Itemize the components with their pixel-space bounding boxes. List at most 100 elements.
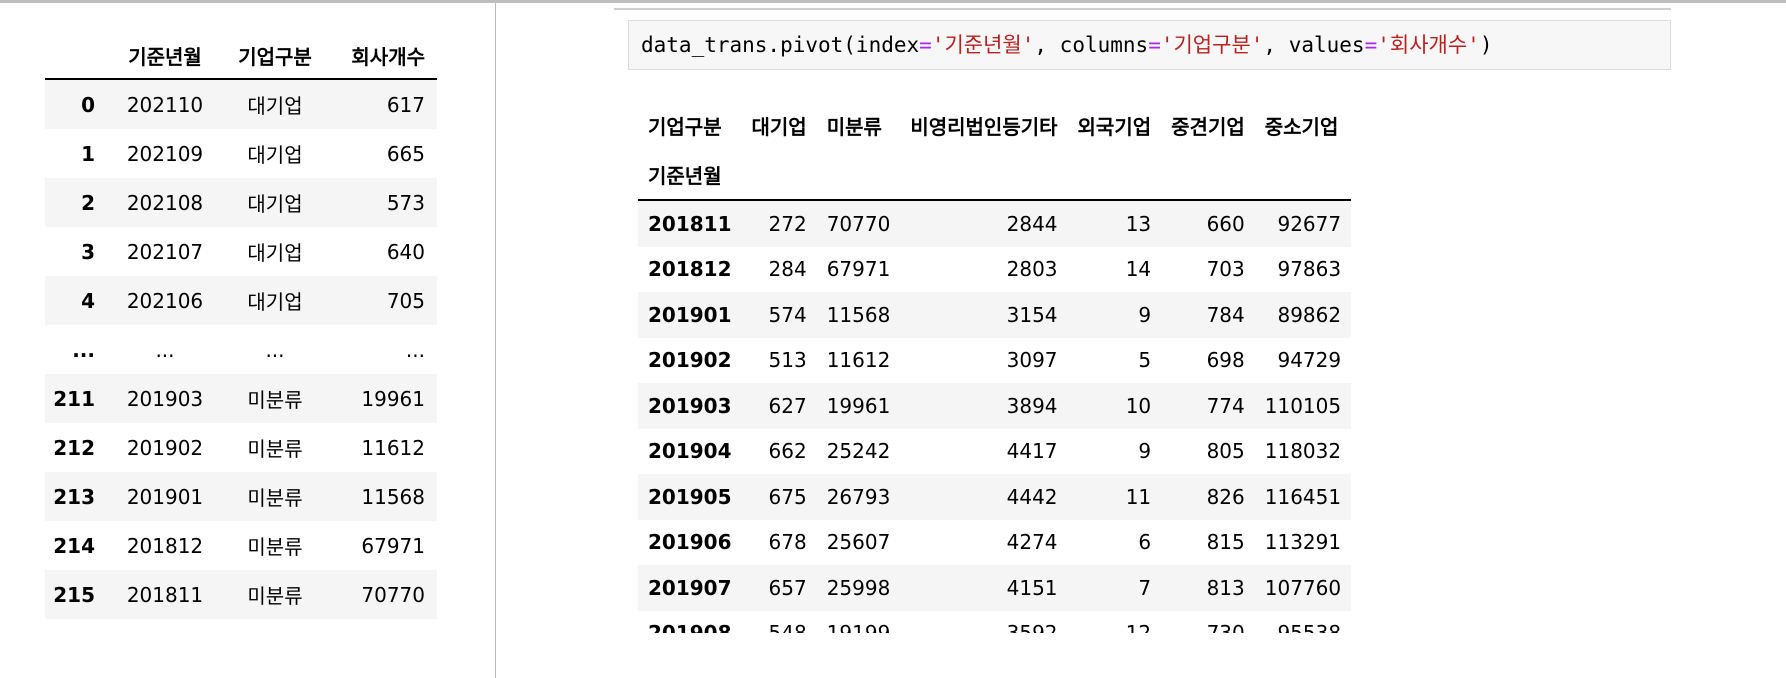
left-cell-count: 11612 [361, 435, 425, 460]
pivot-header-cell: 대기업 [751, 114, 807, 139]
left-cell-yearmonth: 202106 [126, 288, 204, 313]
table-row: 211 201903 미분류 19961 [45, 374, 437, 423]
left-cell-index: 4 [81, 288, 95, 313]
left-cell-yearmonth: 201811 [126, 582, 204, 607]
pivot-header-empty [1068, 150, 1162, 200]
pivot-cell: 675 [768, 484, 807, 509]
pivot-header-cell: 비영리법인등기타 [910, 114, 1058, 139]
pivot-cell: 6 [1138, 530, 1152, 555]
table-row: 201812 284 67971 2803 14 703 97863 [638, 246, 1352, 292]
left-cell-yearmonth: 202109 [126, 141, 204, 166]
pivot-output-area[interactable]: 기업구분 대기업 미분류 비영리법인등기타 외국기업 중견기업 중소기업 기준년… [638, 100, 1418, 633]
pivot-index-label: 기준년월 [648, 164, 722, 188]
code-string-arg: '회사개수' [1377, 33, 1480, 57]
left-cell-index: 1 [81, 141, 95, 166]
pivot-index-label-row: 기준년월 [638, 150, 1352, 200]
code-string-arg: '기업구분' [1160, 33, 1264, 57]
pivot-cell: 805 [1206, 439, 1245, 464]
left-table-body: 0 202110 대기업 617 1 202109 대기업 665 2 202108 대기업 573 3… [45, 79, 437, 619]
pivot-cell: 272 [768, 211, 807, 236]
left-cell-category: 미분류 [247, 486, 303, 510]
pivot-cell: 730 [1161, 611, 1255, 633]
pivot-cell: 284 [768, 257, 807, 282]
pivot-cell: 627 [768, 393, 807, 418]
pivot-header-cell: 중견기업 [1171, 114, 1245, 139]
left-header-count: 회사개수 [351, 44, 425, 69]
left-cell-count: 640 [386, 239, 425, 264]
table-row: 215 201811 미분류 70770 [45, 570, 437, 619]
pivot-cell: 107760 [1264, 575, 1342, 600]
left-cell-yearmonth: 202107 [126, 239, 204, 264]
pivot-cell: 11568 [826, 302, 891, 327]
pivot-header-empty [1161, 150, 1255, 200]
pivot-cell: 19961 [826, 393, 891, 418]
left-cell-index: 3 [81, 239, 95, 264]
left-cell-index: ... [72, 337, 95, 362]
left-cell-yearmonth: 201901 [126, 484, 204, 509]
pivot-row-index: 201907 [648, 575, 732, 600]
pivot-header-cell: 중소기업 [1264, 114, 1339, 139]
pivot-cell: 113291 [1264, 530, 1342, 555]
table-row: 201906 678 25607 4274 6 815 113291 [638, 519, 1352, 565]
table-row: 201811 272 70770 2844 13 660 92677 [638, 200, 1352, 247]
pivot-cell: 4442 [1006, 484, 1058, 509]
pivot-cell: 89862 [1277, 302, 1342, 327]
pivot-cell: 11612 [826, 348, 891, 373]
pivot-cell: 10 [1125, 393, 1152, 418]
pivot-cell: 698 [1206, 348, 1245, 373]
pivot-cell: 826 [1206, 484, 1245, 509]
table-row: 4 202106 대기업 705 [45, 276, 437, 325]
pivot-cell: 703 [1206, 257, 1245, 282]
left-header-index [45, 32, 105, 79]
pivot-cell: 3154 [1006, 302, 1058, 327]
table-row: 201905 675 26793 4442 11 826 116451 [638, 474, 1352, 520]
table-row: 3 202107 대기업 640 [45, 227, 437, 276]
pivot-row-index: 201906 [648, 530, 732, 555]
pivot-cell: 657 [768, 575, 807, 600]
pivot-cell: 660 [1206, 211, 1245, 236]
pivot-row-index: 201902 [648, 348, 732, 373]
cell-separator [614, 8, 1671, 10]
table-row: 214 201812 미분류 67971 [45, 521, 437, 570]
window-top-border [0, 0, 1786, 3]
pivot-cell: 4274 [1006, 530, 1058, 555]
left-cell-category: 대기업 [247, 143, 303, 167]
left-cell-category: 미분류 [247, 535, 303, 559]
code-input-cell[interactable]: data_trans.pivot(index='기준년월', columns='… [628, 20, 1671, 70]
pivot-cell: 548 [742, 611, 817, 633]
table-row: 201901 574 11568 3154 9 784 89862 [638, 292, 1352, 338]
pivot-cell: 13 [1125, 211, 1152, 236]
table-row: ............ [45, 325, 437, 374]
pivot-row-index: 201811 [648, 211, 732, 236]
left-cell-index: 213 [53, 484, 95, 509]
left-cell-count: 11568 [361, 484, 425, 509]
table-row: 1 202109 대기업 665 [45, 129, 437, 178]
pivot-row-index: 201904 [648, 439, 732, 464]
pivot-cell: 14 [1125, 257, 1152, 282]
pivot-cell: 94729 [1277, 348, 1342, 373]
pivot-cell: 4417 [1006, 439, 1058, 464]
code-string-arg: '기준년월' [931, 33, 1035, 57]
pivot-cell: 25998 [826, 575, 891, 600]
left-cell-count: 67971 [361, 533, 425, 558]
pivot-cell: 513 [768, 348, 807, 373]
pivot-cell: 5 [1138, 348, 1152, 373]
left-cell-count: 573 [386, 190, 425, 215]
pivot-cell: 3592 [900, 611, 1067, 633]
left-cell-count: 665 [386, 141, 425, 166]
left-cell-category: ... [265, 337, 285, 362]
pivot-header-row: 기업구분 대기업 미분류 비영리법인등기타 외국기업 중견기업 중소기업 [638, 100, 1351, 150]
pivot-header-cell: 외국기업 [1077, 114, 1152, 139]
left-cell-yearmonth: 201812 [126, 533, 204, 558]
left-cell-yearmonth: 201902 [126, 435, 204, 460]
table-row: 2019085481919935921273095538 [638, 610, 1352, 633]
left-cell-category: 대기업 [247, 241, 303, 265]
pivot-cell: 7 [1138, 575, 1152, 600]
pivot-cell: 2803 [1006, 257, 1058, 282]
left-cell-category: 미분류 [247, 388, 303, 412]
pivot-cell: 815 [1206, 530, 1245, 555]
pivot-cell: 12 [1068, 611, 1162, 633]
left-cell-yearmonth: 202108 [126, 190, 204, 215]
code-operator: = [1364, 33, 1378, 57]
pivot-cell: 3097 [1006, 348, 1058, 373]
